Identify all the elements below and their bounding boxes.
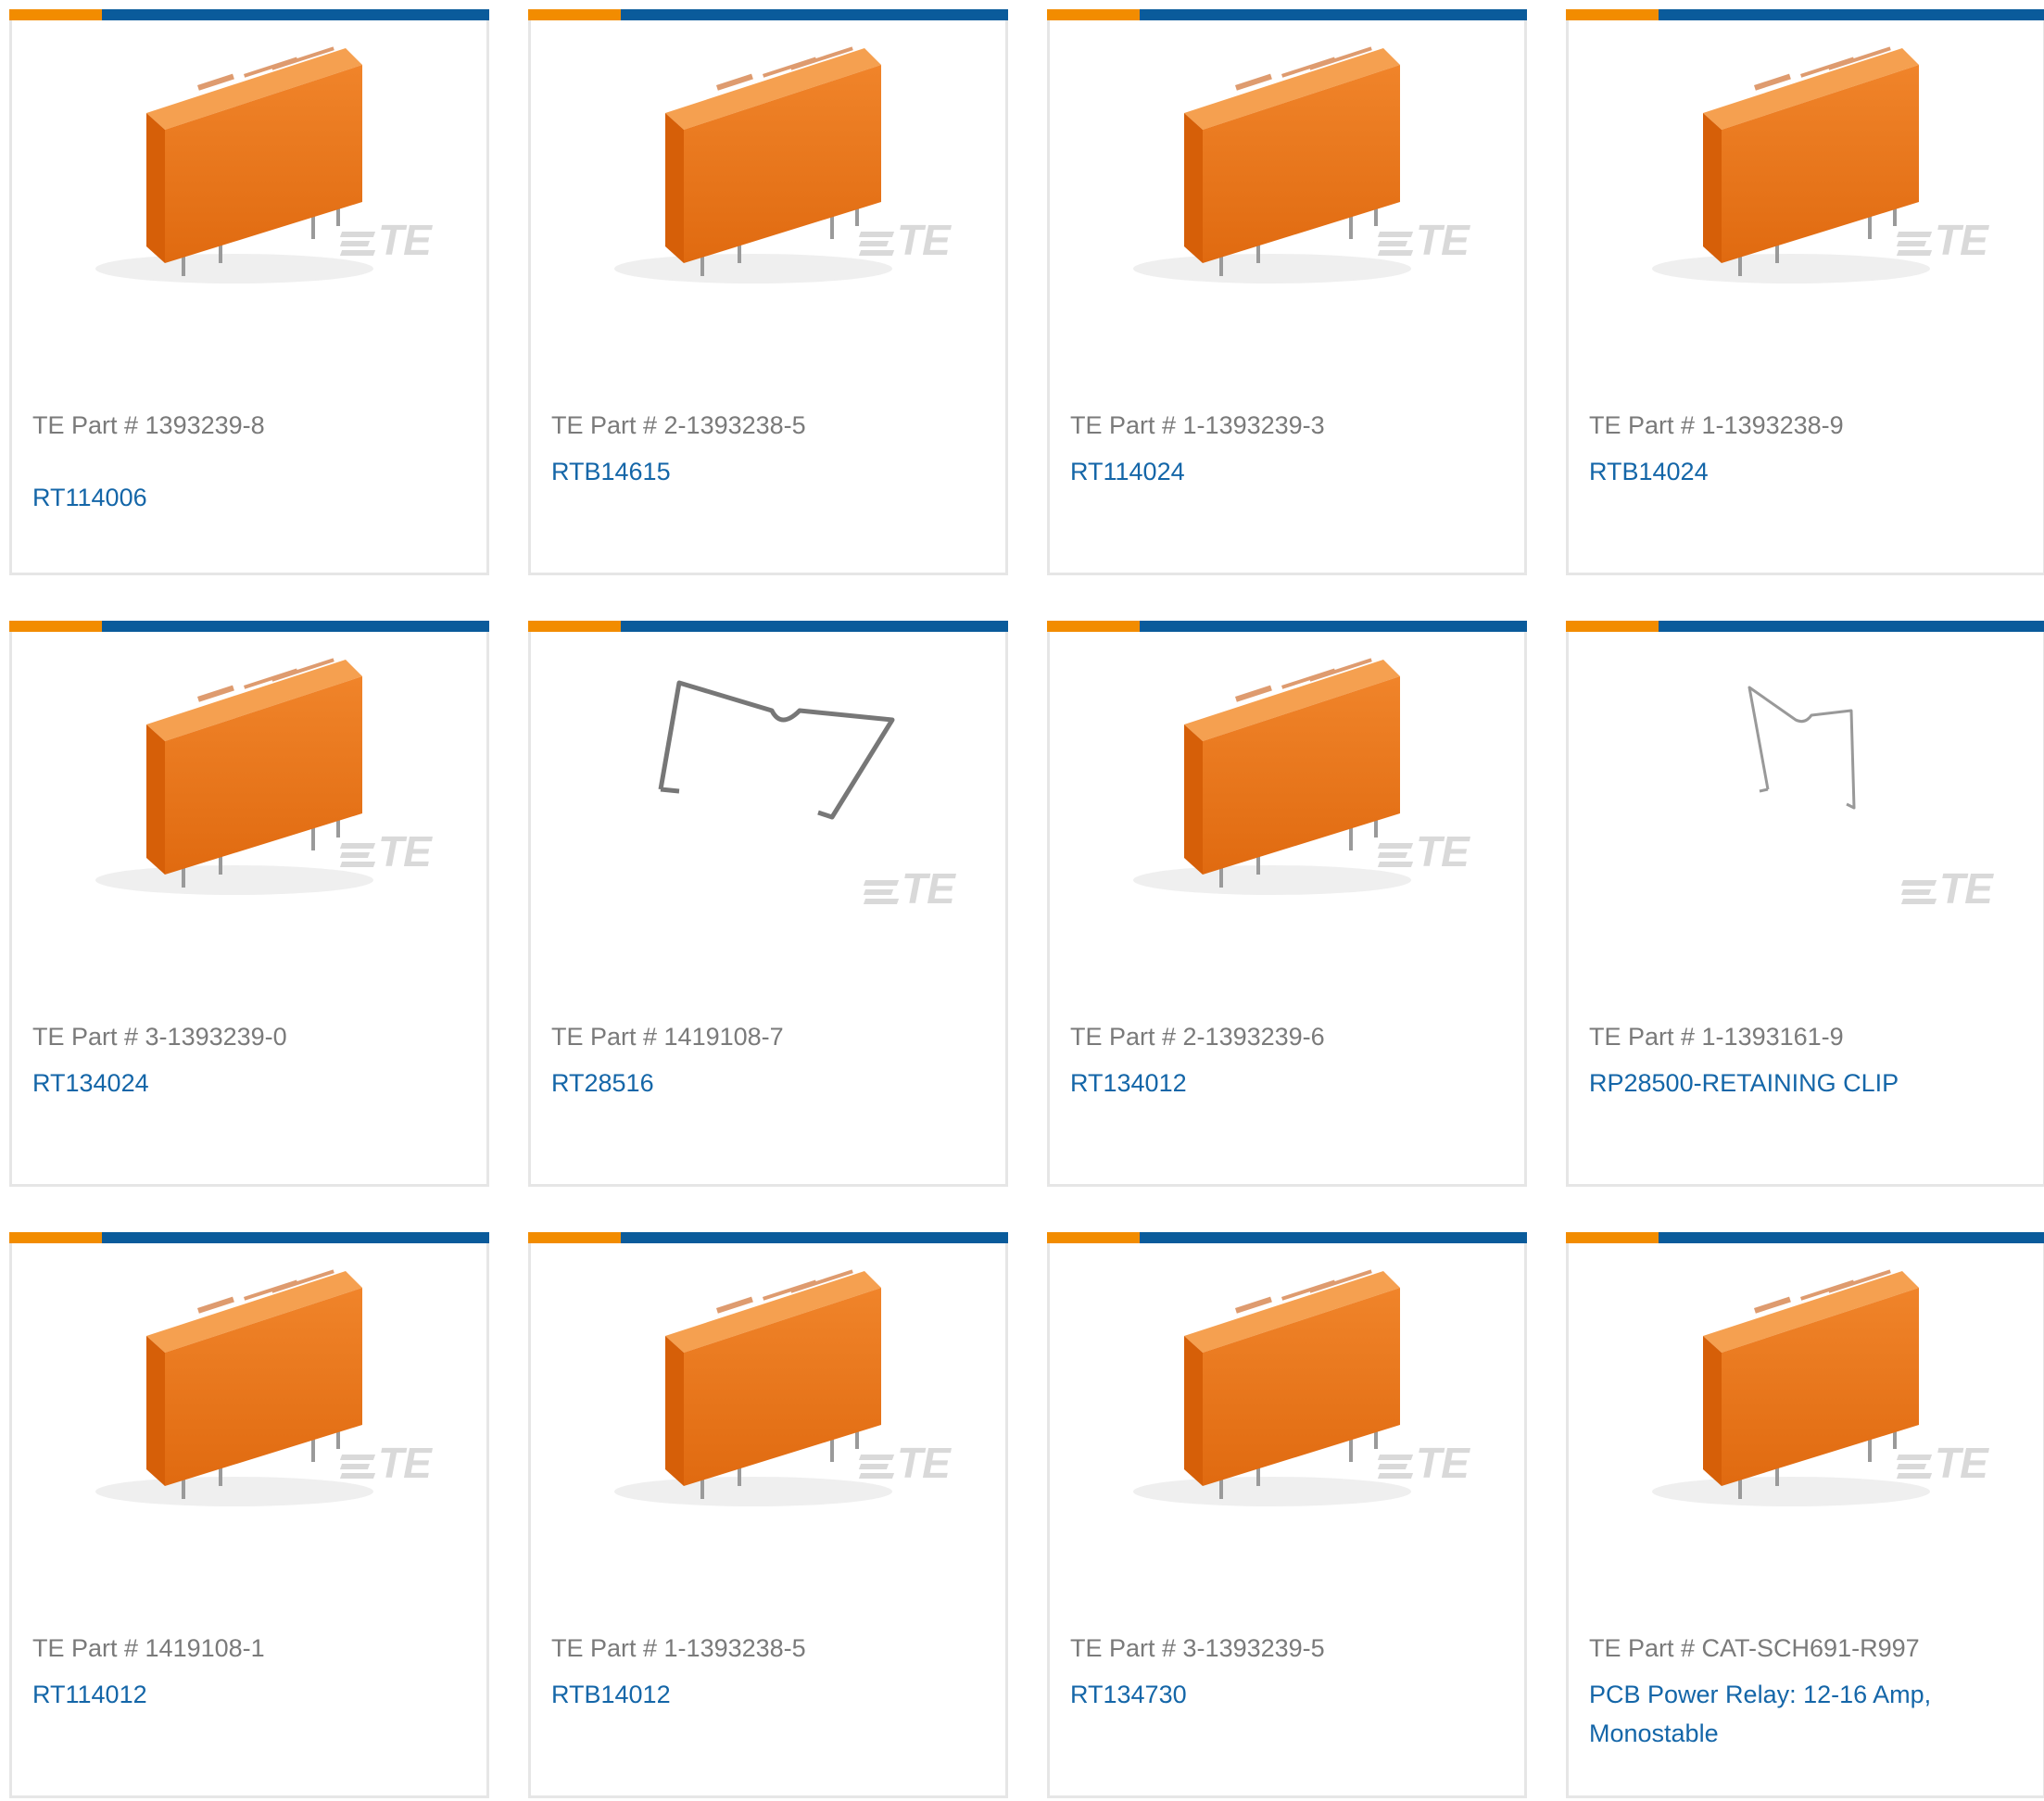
product-name-link[interactable]: RT134012 [1070, 1064, 1506, 1102]
relay-icon[interactable]: TE [1050, 1243, 1524, 1614]
te-logo-watermark: TE [339, 1438, 432, 1488]
part-number-label: TE Part # 2-1393239-6 [1070, 1023, 1325, 1051]
part-number-label: TE Part # 3-1393239-5 [1070, 1634, 1325, 1662]
product-card[interactable]: TE TE Part # 2-1393238-5 RTB14615 [528, 9, 1008, 575]
part-number-label: TE Part # 2-1393238-5 [551, 411, 806, 439]
card-accent-bar [9, 1232, 489, 1243]
product-card[interactable]: TE TE Part # 1393239-8 RT114006 [9, 9, 489, 575]
te-logo-watermark: TE [858, 215, 951, 265]
product-name-link[interactable]: RT28516 [551, 1064, 987, 1102]
product-card[interactable]: TE TE Part # 1-1393238-9 RTB14024 [1566, 9, 2044, 575]
relay-icon[interactable]: TE [12, 1243, 486, 1614]
card-accent-bar [1566, 621, 2044, 632]
product-name-link[interactable]: RTB14024 [1589, 452, 2025, 491]
card-accent-bar [1566, 9, 2044, 20]
te-logo-watermark: TE [1377, 826, 1470, 876]
relay-icon[interactable]: TE [12, 20, 486, 391]
relay-icon[interactable]: TE [1569, 20, 2043, 391]
card-accent-bar [528, 1232, 1008, 1243]
card-accent-bar [1047, 621, 1527, 632]
te-logo-watermark: TE [1896, 1438, 1988, 1488]
product-name-link[interactable]: RT114006 [32, 478, 468, 517]
part-number-label: TE Part # 1-1393238-5 [551, 1634, 806, 1662]
card-accent-bar [1566, 1232, 2044, 1243]
product-name-link[interactable]: RT134024 [32, 1064, 468, 1102]
product-card[interactable]: TE TE Part # 2-1393239-6 RT134012 [1047, 621, 1527, 1187]
product-card[interactable]: TE TE Part # 3-1393239-5 RT134730 [1047, 1232, 1527, 1798]
product-card[interactable]: TE TE Part # 1-1393239-3 RT114024 [1047, 9, 1527, 575]
te-logo-watermark: TE [1377, 1438, 1470, 1488]
te-logo-watermark: TE [863, 863, 955, 913]
relay-icon[interactable]: TE [531, 1243, 1005, 1614]
product-card[interactable]: TE TE Part # 3-1393239-0 RT134024 [9, 621, 489, 1187]
te-logo-watermark: TE [1896, 215, 1988, 265]
relay-icon[interactable]: TE [1050, 632, 1524, 1002]
retaining-clip-icon[interactable]: TE [531, 632, 1005, 1002]
card-accent-bar [528, 621, 1008, 632]
part-number-label: TE Part # 1-1393161-9 [1589, 1023, 1844, 1051]
product-name-link[interactable]: RTB14615 [551, 452, 987, 491]
product-name-link[interactable]: RTB14012 [551, 1675, 987, 1714]
relay-icon[interactable]: TE [12, 632, 486, 1002]
part-number-label: TE Part # 1419108-1 [32, 1634, 265, 1662]
product-card[interactable]: TE TE Part # 1419108-7 RT28516 [528, 621, 1008, 1187]
te-logo-watermark: TE [339, 215, 432, 265]
product-card[interactable]: TE TE Part # CAT-SCH691-R997 PCB Power Rel… [1566, 1232, 2044, 1798]
card-accent-bar [1047, 1232, 1527, 1243]
card-accent-bar [528, 9, 1008, 20]
part-number-label: TE Part # 1-1393239-3 [1070, 411, 1325, 439]
product-card[interactable]: TE TE Part # 1419108-1 RT114012 [9, 1232, 489, 1798]
product-name-link[interactable]: PCB Power Relay: 12-16 Amp, Monostable [1589, 1675, 2025, 1753]
te-logo-watermark: TE [1377, 215, 1470, 265]
te-logo-watermark: TE [1900, 863, 1993, 913]
te-logo-watermark: TE [858, 1438, 951, 1488]
part-number-label: TE Part # 3-1393239-0 [32, 1023, 287, 1051]
product-name-link[interactable]: RT134730 [1070, 1675, 1506, 1714]
part-number-label: TE Part # 1419108-7 [551, 1023, 784, 1051]
te-logo-watermark: TE [339, 826, 432, 876]
relay-icon[interactable]: TE [531, 20, 1005, 391]
retaining-clip-icon[interactable]: TE [1569, 632, 2043, 1002]
product-name-link[interactable]: RP28500-RETAINING CLIP [1589, 1064, 2025, 1102]
card-accent-bar [9, 621, 489, 632]
part-number-label: TE Part # 1-1393238-9 [1589, 411, 1844, 439]
product-card[interactable]: TE TE Part # 1-1393161-9 RP28500-RETAINING… [1566, 621, 2044, 1187]
card-accent-bar [1047, 9, 1527, 20]
product-name-link[interactable]: RT114024 [1070, 452, 1506, 491]
product-card[interactable]: TE TE Part # 1-1393238-5 RTB14012 [528, 1232, 1008, 1798]
card-accent-bar [9, 9, 489, 20]
part-number-label: TE Part # 1393239-8 [32, 411, 265, 439]
relay-icon[interactable]: TE [1050, 20, 1524, 391]
product-name-link[interactable]: RT114012 [32, 1675, 468, 1714]
part-number-label: TE Part # CAT-SCH691-R997 [1589, 1634, 1920, 1662]
relay-icon[interactable]: TE [1569, 1243, 2043, 1614]
